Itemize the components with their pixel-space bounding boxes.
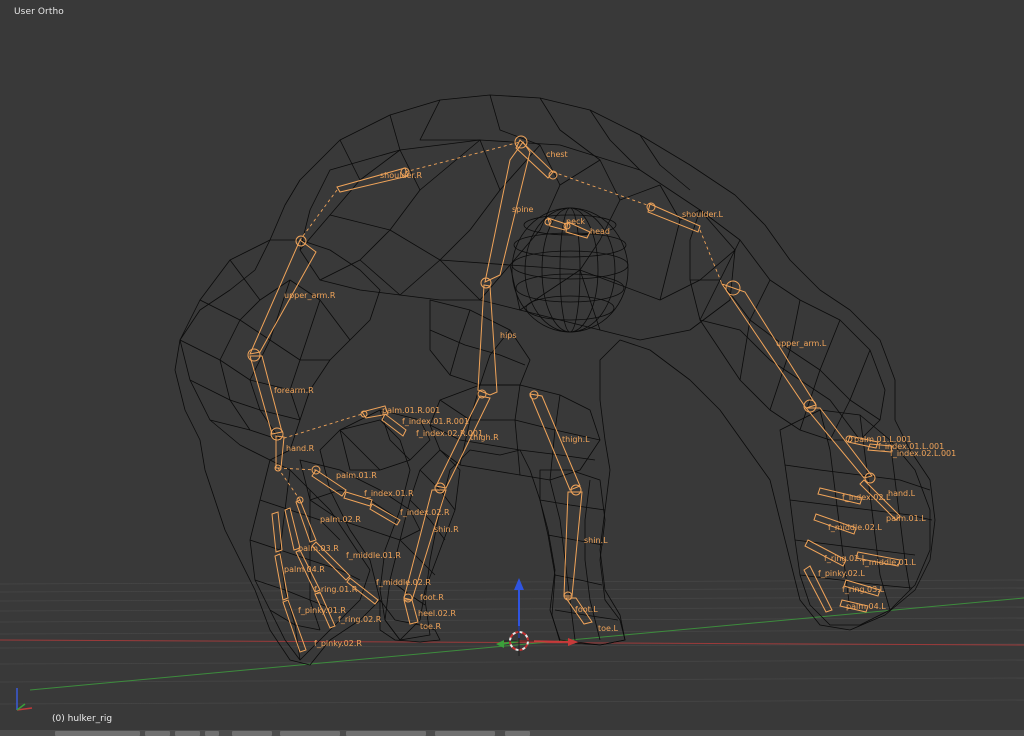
label-upper-arm-l: upper_arm.L [776, 339, 827, 348]
header-widget-5[interactable] [232, 731, 272, 736]
header-widget-7[interactable] [346, 731, 426, 736]
label-thigh-l: thigh.L [562, 435, 590, 444]
header-widget-6[interactable] [280, 731, 340, 736]
bone-palm02-r[interactable] [295, 499, 317, 543]
bone-chest[interactable] [515, 139, 554, 179]
label-fring02-l: f_ring.02.L [824, 554, 867, 563]
header-widget-2[interactable] [145, 731, 170, 736]
label-palm02-r: palm.02.R [320, 515, 361, 524]
label-palm04-r: palm.04.R [284, 565, 325, 574]
bone-labels: chest shoulder.R shoulder.L spine neck h… [274, 150, 956, 648]
label-fmiddle01-l: f_middle.01.L [862, 558, 916, 567]
label-heel-r: heel.02.R [418, 609, 456, 618]
label-fmiddle02-l: f_middle.02.L [828, 523, 882, 532]
axis-gizmo-icon [16, 688, 33, 711]
label-palm04-l: palm.04.L [846, 602, 886, 611]
bone-thigh-r[interactable] [435, 395, 491, 489]
label-palm01-r: palm.01.R [336, 471, 377, 480]
view-mode-label: User Ortho [14, 7, 64, 17]
label-upper-arm-r: upper_arm.R [284, 291, 336, 300]
label-findex02-r001: f_index.02.R.001 [416, 429, 483, 438]
label-hips: hips [500, 331, 517, 340]
3d-viewport[interactable]: chest shoulder.R shoulder.L spine neck h… [0, 0, 1024, 730]
label-forearm-r: forearm.R [274, 386, 314, 395]
label-foot-l: foot.L [575, 605, 598, 614]
label-findex01-r: f_index.01.R [364, 489, 414, 498]
label-head: head [590, 227, 610, 236]
header-widget-3[interactable] [175, 731, 200, 736]
label-shin-r: shin.R [434, 525, 459, 534]
label-fring03-l: f_ring.03.L [842, 585, 885, 594]
label-findex01-r001: f_index.01.R.001 [402, 417, 469, 426]
label-hand-l: hand.L [888, 489, 916, 498]
label-shoulder-l: shoulder.L [682, 210, 724, 219]
label-fpinky02-l: f_pinky.02.L [818, 569, 865, 578]
label-fpinky01-r: f_pinky.01.R [298, 606, 346, 615]
3d-cursor-icon[interactable] [504, 626, 534, 656]
header-widget-4[interactable] [205, 731, 219, 736]
label-chest: chest [546, 150, 568, 159]
label-toe-r: toe.R [420, 622, 441, 631]
label-shin-l: shin.L [584, 536, 608, 545]
label-findex02-r: f_index.02.R [400, 508, 450, 517]
label-fmiddle01-r: f_middle.01.R [346, 551, 401, 560]
label-fring01-r: f_ring.01.R [314, 585, 358, 594]
label-palm01-l: palm.01.L [886, 514, 926, 523]
label-palm03-r: palm.03.R [298, 544, 339, 553]
viewport-header-bar[interactable] [0, 730, 1024, 736]
label-fpinky02-r: f_pinky.02.R [314, 639, 362, 648]
scene-canvas[interactable]: chest shoulder.R shoulder.L spine neck h… [0, 0, 1024, 730]
hulker-mesh-wireframe[interactable] [174, 94, 936, 666]
transform-manipulator-icon[interactable] [496, 578, 578, 648]
label-foot-r: foot.R [420, 593, 444, 602]
bone-shin-l[interactable] [563, 491, 583, 597]
label-hand-r: hand.R [286, 444, 315, 453]
label-palm01-r001: palm.01.R.001 [382, 406, 440, 415]
label-fring02-r: f_ring.02.R [338, 615, 382, 624]
label-shoulder-r: shoulder.R [380, 171, 423, 180]
header-widget-9[interactable] [505, 731, 530, 736]
header-widget-1[interactable] [55, 731, 140, 736]
label-fmiddle02-r: f_middle.02.R [376, 578, 431, 587]
header-widget-8[interactable] [435, 731, 495, 736]
active-object-label: (0) hulker_rig [52, 714, 113, 724]
label-findex02-l001: f_index.02.L.001 [890, 449, 956, 458]
label-spine: spine [512, 205, 534, 214]
label-neck: neck [566, 217, 585, 226]
label-toe-l: toe.L [598, 624, 618, 633]
label-findex02-l: f_index.02.L [842, 493, 891, 502]
